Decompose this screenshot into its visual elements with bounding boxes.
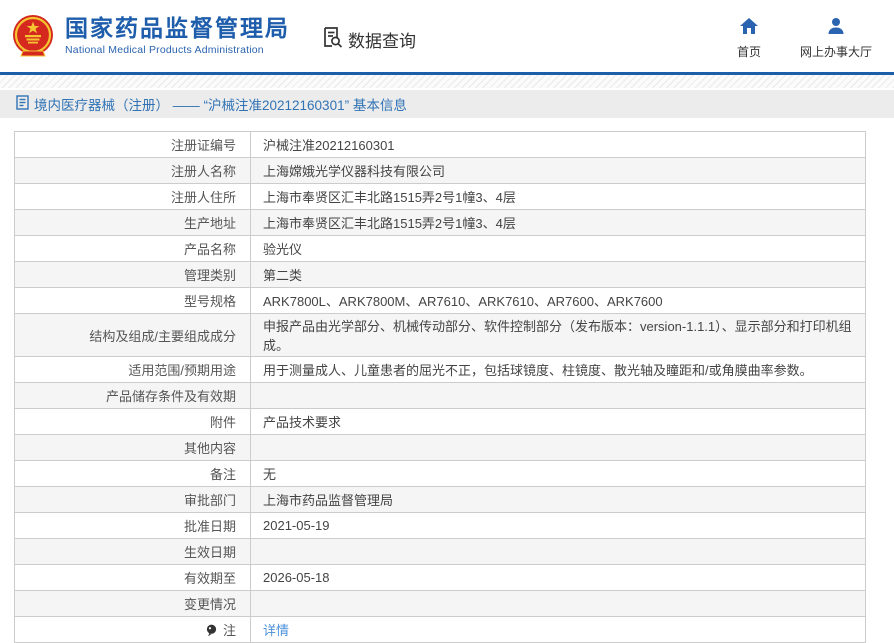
table-row: 注册人住所 上海市奉贤区汇丰北路1515弄2号1幢3、4层: [15, 184, 866, 210]
row-label-note: 注: [15, 617, 251, 643]
row-value: 上海市奉贤区汇丰北路1515弄2号1幢3、4层: [251, 184, 866, 210]
national-emblem-logo[interactable]: [10, 13, 56, 59]
row-label: 适用范围/预期用途: [15, 357, 251, 383]
row-value: 上海嫦娥光学仪器科技有限公司: [251, 158, 866, 184]
row-label: 审批部门: [15, 487, 251, 513]
row-label: 有效期至: [15, 565, 251, 591]
table-row-note: 注 详情: [15, 617, 866, 643]
row-value: [251, 591, 866, 617]
row-value-note: 详情: [251, 617, 866, 643]
table-row: 适用范围/预期用途 用于测量成人、儿童患者的屈光不正，包括球镜度、柱镜度、散光轴…: [15, 357, 866, 383]
row-value: 上海市药品监督管理局: [251, 487, 866, 513]
row-label: 管理类别: [15, 262, 251, 288]
table-row: 注册证编号 沪械注准20212160301: [15, 132, 866, 158]
row-value: 2026-05-18: [251, 565, 866, 591]
document-search-icon: [320, 25, 348, 54]
detail-link[interactable]: 详情: [263, 623, 289, 638]
table-row: 型号规格 ARK7800L、ARK7800M、AR7610、ARK7610、AR…: [15, 288, 866, 314]
row-value: 上海市奉贤区汇丰北路1515弄2号1幢3、4层: [251, 210, 866, 236]
row-value: 验光仪: [251, 236, 866, 262]
home-icon: [739, 17, 759, 43]
table-row: 批准日期 2021-05-19: [15, 513, 866, 539]
row-value: 沪械注准20212160301: [251, 132, 866, 158]
data-query-nav[interactable]: 数据查询: [320, 25, 416, 54]
nav-hall-label: 网上办事大厅: [800, 43, 872, 60]
header-right-nav: 首页 网上办事大厅: [732, 17, 872, 60]
row-label: 注册人名称: [15, 158, 251, 184]
org-title-block: 国家药品监督管理局 National Medical Products Admi…: [65, 16, 290, 56]
row-value: ARK7800L、ARK7800M、AR7610、ARK7610、AR7600、…: [251, 288, 866, 314]
document-icon: [16, 95, 34, 113]
row-value: [251, 435, 866, 461]
table-row: 生效日期: [15, 539, 866, 565]
row-label: 批准日期: [15, 513, 251, 539]
balloon-note-icon: [206, 625, 221, 640]
org-name-cn: 国家药品监督管理局: [65, 16, 290, 41]
table-row: 注册人名称 上海嫦娥光学仪器科技有限公司: [15, 158, 866, 184]
row-label: 变更情况: [15, 591, 251, 617]
table-row: 附件 产品技术要求: [15, 409, 866, 435]
table-row: 备注 无: [15, 461, 866, 487]
row-label: 产品储存条件及有效期: [15, 383, 251, 409]
page-title: 境内医疗器械（注册） —— “沪械注准20212160301” 基本信息: [34, 94, 407, 114]
table-row: 产品名称 验光仪: [15, 236, 866, 262]
table-row: 审批部门 上海市药品监督管理局: [15, 487, 866, 513]
row-label: 备注: [15, 461, 251, 487]
nav-item-service-hall[interactable]: 网上办事大厅: [800, 17, 872, 60]
row-value: 2021-05-19: [251, 513, 866, 539]
nav-home-label: 首页: [737, 43, 761, 60]
row-label: 注册人住所: [15, 184, 251, 210]
row-value: [251, 539, 866, 565]
row-value: 申报产品由光学部分、机械传动部分、软件控制部分（发布版本：version-1.1…: [251, 314, 866, 357]
row-label: 附件: [15, 409, 251, 435]
table-row: 其他内容: [15, 435, 866, 461]
hatch-divider: [0, 75, 894, 88]
row-label: 其他内容: [15, 435, 251, 461]
row-label: 生产地址: [15, 210, 251, 236]
user-icon: [826, 17, 846, 43]
nav-item-home[interactable]: 首页: [732, 17, 766, 60]
row-value: [251, 383, 866, 409]
page-title-bar: 境内医疗器械（注册） —— “沪械注准20212160301” 基本信息: [0, 90, 894, 118]
data-query-label: 数据查询: [348, 27, 416, 52]
table-row: 产品储存条件及有效期: [15, 383, 866, 409]
org-name-en: National Medical Products Administration: [65, 44, 290, 56]
row-label: 产品名称: [15, 236, 251, 262]
table-row: 结构及组成/主要组成成分 申报产品由光学部分、机械传动部分、软件控制部分（发布版…: [15, 314, 866, 357]
row-label: 生效日期: [15, 539, 251, 565]
row-label: 型号规格: [15, 288, 251, 314]
table-row: 管理类别 第二类: [15, 262, 866, 288]
row-label: 注册证编号: [15, 132, 251, 158]
row-label: 结构及组成/主要组成成分: [15, 314, 251, 357]
table-row: 有效期至 2026-05-18: [15, 565, 866, 591]
row-value: 用于测量成人、儿童患者的屈光不正，包括球镜度、柱镜度、散光轴及瞳距和/或角膜曲率…: [251, 357, 866, 383]
table-row: 变更情况: [15, 591, 866, 617]
note-label: 注: [223, 623, 236, 638]
row-value: 产品技术要求: [251, 409, 866, 435]
table-row: 生产地址 上海市奉贤区汇丰北路1515弄2号1幢3、4层: [15, 210, 866, 236]
site-header: 国家药品监督管理局 National Medical Products Admi…: [0, 0, 894, 72]
registration-info-table: 注册证编号 沪械注准20212160301 注册人名称 上海嫦娥光学仪器科技有限…: [14, 131, 866, 643]
row-value: 无: [251, 461, 866, 487]
row-value: 第二类: [251, 262, 866, 288]
